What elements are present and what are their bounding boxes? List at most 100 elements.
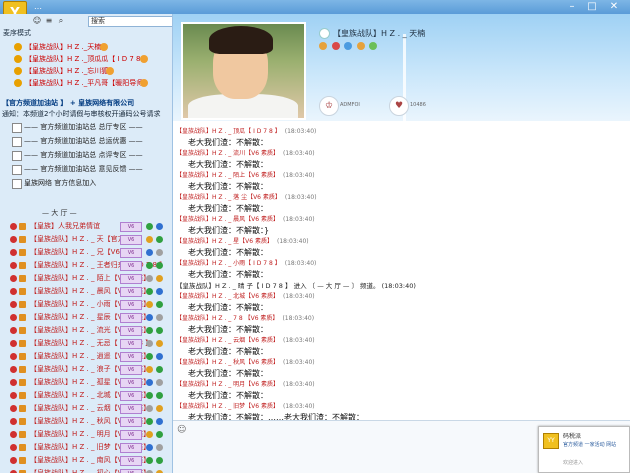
device-icon (156, 327, 163, 334)
mic-icon (100, 43, 108, 51)
host-photo[interactable] (181, 22, 306, 120)
user-list-item[interactable]: 【皇族战队】H Z . _ 浪子【V6 素质】 V6 (0, 363, 172, 376)
chat-message-header[interactable]: 【皇族战队】H Z . _ 秋风【V6 素质】 (18:03:40) (176, 358, 626, 367)
user-list-item[interactable]: 【皇族战队】H Z . _ 兄【V6 素质】 V6 (0, 246, 172, 259)
emoji-icon[interactable]: ☺ (177, 425, 186, 435)
vip-badge: V6 (120, 326, 142, 336)
chat-message-header[interactable]: 【皇族战队】H Z . _ 7 8 【V6 素质】 (18:03:40) (176, 314, 626, 323)
notice-text: 通知：本频道2个小时请假与审核权开通码公号请求 (2, 110, 161, 118)
user-list-item[interactable]: 【皇族战队】H Z . _ 陌上【V6 素质】 V6 (0, 272, 172, 285)
role-icon (19, 392, 26, 399)
title-bar: … – □ ✕ (0, 0, 630, 14)
chat-message-header[interactable]: 【皇族战队】H Z . _ 小雨【 I D 7 8 】 (18:03:40) (176, 259, 626, 268)
vip-badge: V6 (120, 339, 142, 349)
user-list: 【皇族】人我兄弟情谊 V6 【皇族战队】H Z . _ 天【官方导师】 V6 【皇族战队… (0, 220, 172, 473)
role-icon (19, 327, 26, 334)
device-icon (156, 457, 163, 464)
host-name: 【皇族战队】H Z . _ 天楠 (319, 28, 425, 39)
crown-icon (14, 43, 22, 51)
rank-icon (10, 444, 17, 451)
chat-message-header[interactable]: 【皇族战队】H Z . _ 云烟【V6 素质】 (18:03:40) (176, 336, 626, 345)
chat-message-header[interactable]: 【皇族战队】H Z . _ 陌上【V6 素质】 (18:03:40) (176, 171, 626, 180)
rank-icon (10, 236, 17, 243)
queue-mode-row: 麦序模式 排麦 (3, 28, 169, 39)
user-list-item[interactable]: 【皇族战队】H Z . _ 晨风【V6 素质】 V6 (0, 285, 172, 298)
chat-message-header[interactable]: 【皇族战队】H Z . _ 北城【V6 素质】 (18:03:40) (176, 292, 626, 301)
chat-message-header[interactable]: 【皇族战队】H Z . _ 明月【V6 素质】 (18:03:40) (176, 380, 626, 389)
status-icon (146, 431, 153, 438)
queue-mode-label[interactable]: 麦序模式 (3, 29, 31, 37)
mic-queue-item[interactable]: 【皇族战队】H Z ._天楠 (0, 41, 172, 53)
channel-icon (12, 137, 22, 147)
hall-channel[interactable]: — 大 厅 — (2, 208, 168, 218)
status-icon (146, 301, 153, 308)
user-list-item[interactable]: 【皇族战队】H Z . _ 孤星【V6 素质】 V6 (0, 376, 172, 389)
user-list-item[interactable]: 【皇族战队】H Z . _ 流光【V6 素质】 V6 (0, 324, 172, 337)
mic-queue-item[interactable]: 【皇族战队】H Z ._平凡哥【暖阳导师】 (0, 77, 172, 89)
device-icon (156, 379, 163, 386)
sub-channel[interactable]: —— 官方频道加油站总 总厅专区 —— (2, 120, 170, 134)
chat-message-body: 老大我们渣：不解散： (188, 303, 268, 312)
rank-icon (10, 223, 17, 230)
rank-icon (10, 392, 17, 399)
status-icon (146, 236, 153, 243)
channel-icon (12, 123, 22, 133)
heart-icon[interactable]: ♥ (389, 96, 409, 116)
mic-queue-item[interactable]: 【皇族战队】H Z ._顶瓜瓜【 I D 7 8 】 (0, 53, 172, 65)
sub-channel[interactable]: 皇族网络 官方信息加入 (2, 176, 170, 190)
chat-message-header[interactable]: 【皇族战队】H Z . _ 晨风【V6 素质】 (18:03:40) (176, 215, 626, 224)
status-icon (146, 327, 153, 334)
user-list-item[interactable]: 【皇族战队】H Z . _ 南风【V6 素质】 V6 (0, 454, 172, 467)
rank-icon (10, 405, 17, 412)
rank-icon (10, 314, 17, 321)
search-input[interactable]: 搜索 (88, 16, 172, 27)
device-icon (156, 444, 163, 451)
channel-notice: 【官方频道加油站 】 + 皇族网络有限公司 通知：本频道2个小时请假与审核权开通… (2, 98, 170, 190)
chat-message-body: 老大我们渣：不解散： (188, 160, 268, 169)
user-list-item[interactable]: 【皇族战队】H Z . _ 云烟【V6 素质】 V6 (0, 402, 172, 415)
close-button[interactable]: ✕ (606, 0, 622, 13)
vip-badge: V6 (120, 222, 142, 232)
role-icon (19, 366, 26, 373)
role-icon (19, 275, 26, 282)
vip-badge: V6 (120, 456, 142, 466)
user-list-item[interactable]: 【皇族战队】H Z . _ 旧梦【V6 素质】 V6 (0, 441, 172, 454)
chat-message-header[interactable]: 【皇族战队】H Z . _ 流川【V6 素质】 (18:03:40) (176, 149, 626, 158)
user-list-item[interactable]: 【皇族战队】H Z . _ 天【官方导师】 V6 (0, 233, 172, 246)
user-list-item[interactable]: 【皇族战队】H Z . _ 星辰【V6 素质】 V6 (0, 311, 172, 324)
rank-icon (10, 249, 17, 256)
list-icon[interactable]: ≡ (44, 16, 54, 26)
user-list-item[interactable]: 【皇族】人我兄弟情谊 V6 (0, 220, 172, 233)
user-list-item[interactable]: 【皇族战队】H Z . _ 逍遥【V6 素质】 V6 (0, 350, 172, 363)
notification-text[interactable]: 官方频道 一家活动 网站 (563, 441, 616, 448)
user-list-item[interactable]: 【皇族战队】H Z . _ 明月【V6 素质】 V6 (0, 428, 172, 441)
user-list-item[interactable]: 【皇族战队】H Z . _ 初心【V6 素质】V6 (0, 467, 172, 473)
user-list-item[interactable]: 【皇族战队】H Z . _ 北城【V6 素质】 V6 (0, 389, 172, 402)
notification-title: 码税派 (563, 433, 582, 440)
status-icon (146, 288, 153, 295)
user-list-item[interactable]: 【皇族战队】H Z . _ 王者归来【 I D 7 8 】 V6 (0, 259, 172, 272)
minimize-button[interactable]: – (564, 0, 580, 13)
device-icon (156, 405, 163, 412)
chat-message-header[interactable]: 【皇族战队】H Z . _ 星【V6 素质】 (18:03:40) (176, 237, 626, 246)
sub-channel[interactable]: —— 官方频道加油站总 点评专区 —— (2, 148, 170, 162)
device-icon (156, 314, 163, 321)
chat-message-header[interactable]: 【皇族战队】H Z . _ 落 尘【V6 素质】 (18:03:40) (176, 193, 626, 202)
badge-icon (331, 42, 340, 50)
search-icon[interactable]: ⌕ (56, 16, 66, 26)
user-list-item[interactable]: 【皇族战队】H Z . _ 无忌【 I D 7 8 】 V6 (0, 337, 172, 350)
gift-icon[interactable]: ♔ (319, 96, 339, 116)
sub-channel[interactable]: —— 官方频道加油站总 总运优惠 —— (2, 134, 170, 148)
maximize-button[interactable]: □ (584, 0, 600, 13)
user-icon[interactable]: ☺ (32, 16, 42, 26)
user-list-item[interactable]: 【皇族战队】H Z . _ 秋风【V6 素质】 V6 (0, 415, 172, 428)
chat-message-header[interactable]: 【皇族战队】H Z . _ 顶瓜【 I D 7 8 】 (18:03:40) (176, 127, 626, 136)
chat-message-body: 老大我们渣：不解散： (188, 182, 268, 191)
notification-popup[interactable]: YY 码税派 官方频道 一家活动 网站 欢迎进入 (538, 426, 630, 473)
chat-message-header[interactable]: 【皇族战队】H Z . _ 旧梦【V6 素质】 (18:03:40) (176, 402, 626, 411)
mic-queue-item[interactable]: 【皇族战队】H Z ._忘川狐 (0, 65, 172, 77)
badge-icon (369, 42, 378, 50)
role-icon (19, 301, 26, 308)
sub-channel[interactable]: —— 官方频道加油站总 意见反馈 —— (2, 162, 170, 176)
user-list-item[interactable]: 【皇族战队】H Z . _ 小雨【V6 素质】 V6 (0, 298, 172, 311)
